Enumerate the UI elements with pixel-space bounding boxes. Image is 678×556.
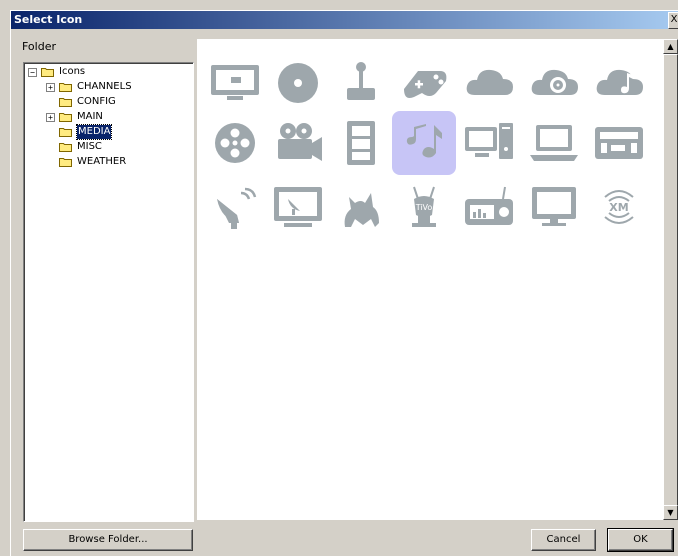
folder-icon (59, 157, 72, 167)
ok-button[interactable]: OK (607, 528, 674, 552)
movie-camera-icon[interactable] (266, 111, 330, 175)
radio-icon[interactable] (587, 111, 651, 175)
svg-text:TiVo: TiVo (415, 203, 433, 212)
disc-icon[interactable] (266, 51, 330, 115)
tree-item-icons[interactable]: − Icons (24, 65, 193, 79)
dog-icon[interactable] (329, 175, 393, 239)
expand-icon[interactable]: + (46, 113, 55, 122)
expand-icon[interactable]: + (46, 83, 55, 92)
computer-icon[interactable] (457, 111, 521, 175)
tree-item-misc[interactable]: MISC (24, 140, 193, 154)
tree-item-label: CONFIG (77, 96, 116, 107)
gamepad-icon[interactable] (392, 51, 456, 115)
satellite-tv-icon[interactable] (266, 175, 330, 239)
tree-item-label: CHANNELS (77, 81, 132, 92)
icon-grid[interactable]: TiVo XM (197, 39, 663, 520)
tree-item-label: MAIN (77, 111, 103, 122)
folder-tree[interactable]: − Icons + CHANNELS CONFIG + MAIN MEDIA MISC WEATH… (23, 62, 194, 522)
folder-icon (59, 127, 72, 137)
joystick-icon[interactable] (329, 51, 393, 115)
tree-item-media[interactable]: MEDIA (24, 124, 193, 140)
tree-item-config[interactable]: CONFIG (24, 95, 193, 109)
close-button[interactable]: X (668, 12, 678, 29)
laptop-icon[interactable] (522, 111, 586, 175)
browse-folder-button[interactable]: Browse Folder... (23, 529, 193, 551)
tree-item-weather[interactable]: WEATHER (24, 155, 193, 169)
film-cloud-icon[interactable] (522, 51, 586, 115)
collapse-icon[interactable]: − (28, 68, 37, 77)
tree-item-label: MEDIA (75, 124, 113, 140)
tivo-icon[interactable]: TiVo (392, 175, 456, 239)
tree-item-channels[interactable]: + CHANNELS (24, 80, 193, 94)
select-icon-dialog: Select Icon X Folder − Icons + CHANNELS CONF… (10, 10, 678, 556)
film-reel-icon[interactable] (203, 111, 267, 175)
folder-icon (59, 82, 72, 92)
cloud-icon[interactable] (457, 51, 521, 115)
scroll-down-button[interactable]: ▼ (663, 505, 678, 520)
folder-icon (41, 67, 54, 77)
folder-icon (59, 112, 72, 122)
satellite-dish-icon[interactable] (203, 175, 267, 239)
folder-label: Folder (22, 40, 56, 53)
vertical-scrollbar[interactable]: ▲ ▼ (663, 39, 678, 520)
scroll-thumb[interactable] (663, 54, 678, 507)
retro-radio-icon[interactable] (457, 175, 521, 239)
tree-item-main[interactable]: + MAIN (24, 110, 193, 124)
scroll-up-button[interactable]: ▲ (663, 39, 678, 54)
monitor-stand-icon[interactable] (522, 175, 586, 239)
folder-icon (59, 142, 72, 152)
tree-item-label: MISC (77, 141, 102, 152)
film-strip-icon[interactable] (329, 111, 393, 175)
monitor-icon[interactable] (203, 51, 267, 115)
window-title: Select Icon (14, 13, 83, 26)
tree-item-label: Icons (59, 66, 86, 77)
folder-icon (59, 97, 72, 107)
music-notes-icon[interactable] (392, 111, 456, 175)
xm-radio-icon[interactable]: XM (587, 175, 651, 239)
svg-text:XM: XM (609, 201, 628, 214)
cancel-button[interactable]: Cancel (531, 529, 596, 551)
tree-item-label: WEATHER (77, 156, 127, 167)
music-cloud-icon[interactable] (587, 51, 651, 115)
title-bar[interactable]: Select Icon X (11, 11, 678, 29)
